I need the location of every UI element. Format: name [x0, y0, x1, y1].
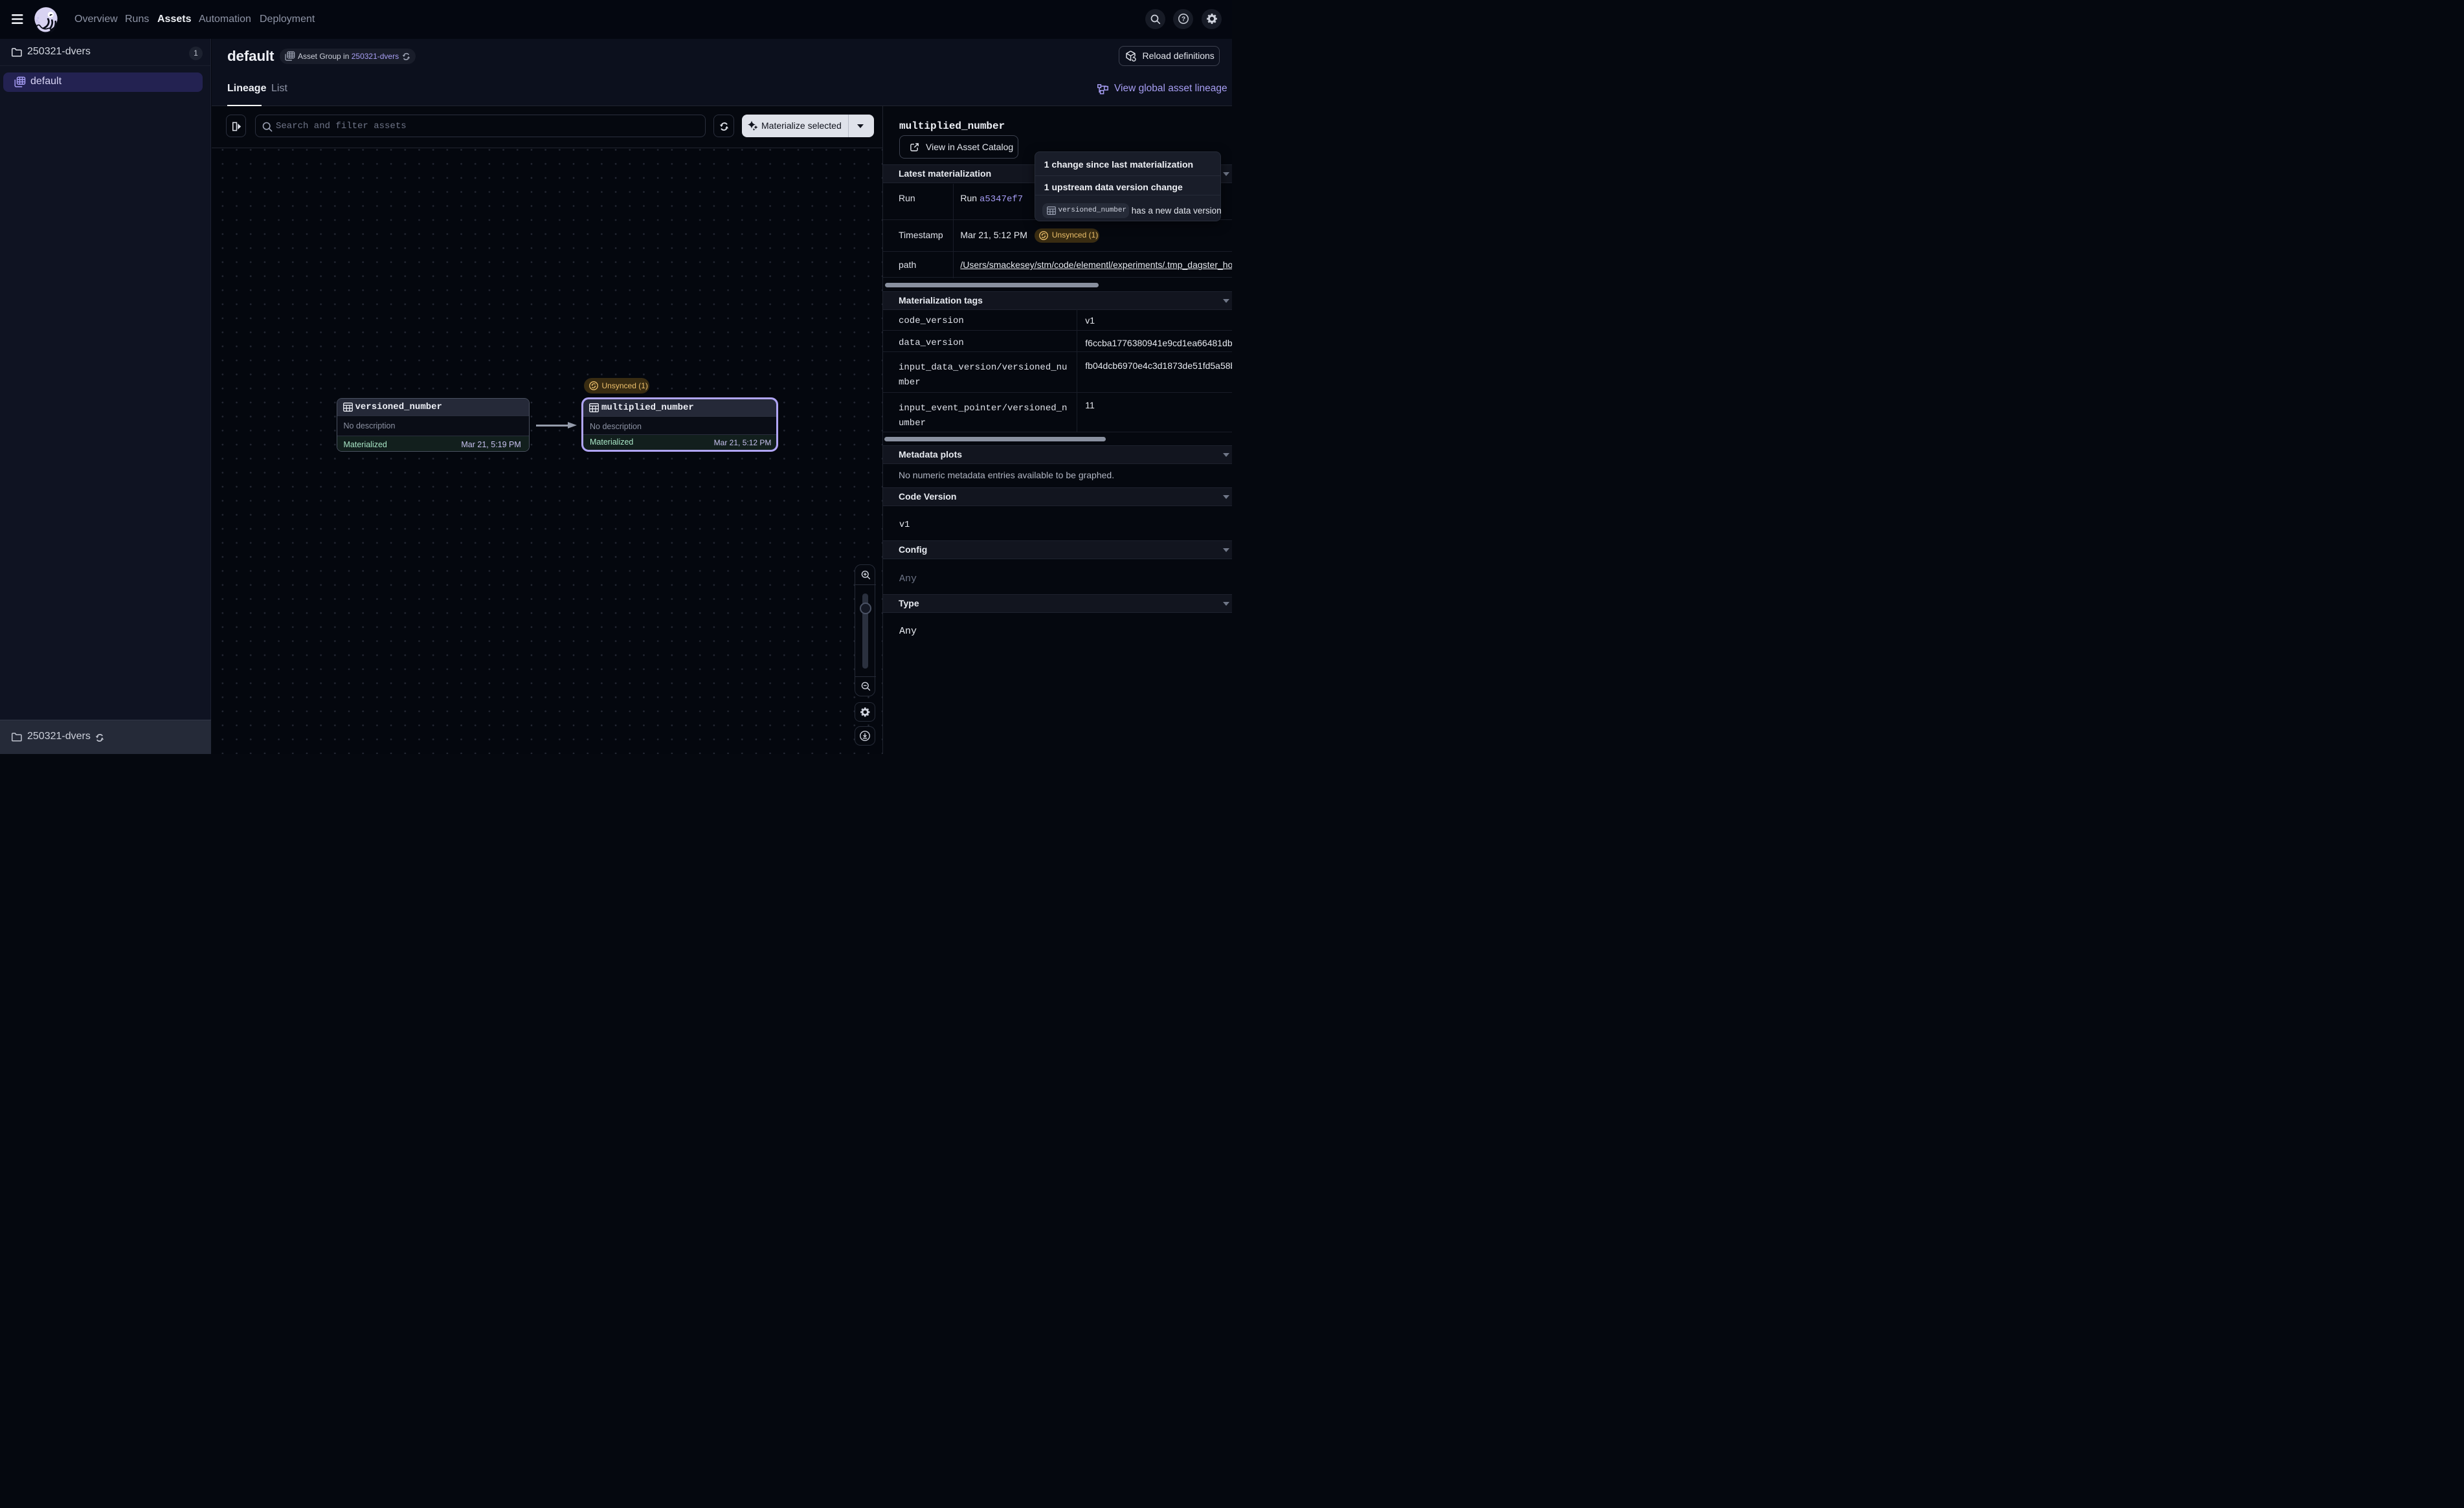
svg-text:?: ? — [1181, 16, 1185, 23]
